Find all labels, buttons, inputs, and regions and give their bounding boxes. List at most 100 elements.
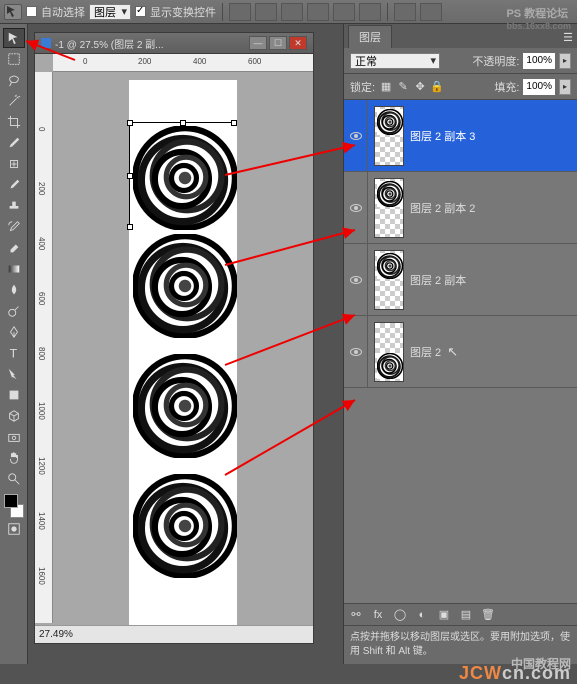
camera-tool[interactable] [3,427,25,447]
layer-row-2[interactable]: 图层 2 副本 [344,244,577,316]
pen-tool[interactable] [3,322,25,342]
heal-tool[interactable] [3,154,25,174]
layer-thumbnail[interactable] [374,178,404,238]
layer-name[interactable]: 图层 2 副本 [410,272,466,288]
adjustment-icon[interactable]: ◐ [414,608,430,622]
zoom-level[interactable]: 27.49% [39,629,73,640]
lock-pixels-icon[interactable]: ✎ [396,80,410,94]
blur-tool[interactable] [3,280,25,300]
opacity-input[interactable]: 100% [523,53,555,69]
brush-tool[interactable] [3,175,25,195]
layer-thumbnail[interactable] [374,250,404,310]
opacity-stepper[interactable]: ▸ [559,53,571,69]
visibility-eye-icon[interactable] [350,204,362,212]
opacity-label: 不透明度: [472,53,519,69]
align-btn-5[interactable] [333,3,355,21]
layers-panel: 图层 ☰ 正常 不透明度: 100% ▸ 锁定: ▦ ✎ ✥ 🔒 填充: 100… [343,24,577,664]
move-tool[interactable] [3,28,25,48]
document-titlebar[interactable]: -1 @ 27.5% (图层 2 副... — ☐ ✕ [34,32,314,54]
zoom-tool[interactable] [3,469,25,489]
ruler-horizontal[interactable]: 0 200 400 600 [53,54,313,72]
align-btn-6[interactable] [359,3,381,21]
layer-thumbnail[interactable] [374,322,404,382]
link-layers-icon[interactable]: ⚯ [348,608,364,622]
fx-icon[interactable]: fx [370,608,386,622]
panel-footer-icons: ⚯ fx ◯ ◐ ▣ ▤ 🗑 [344,603,577,625]
eyedropper-tool[interactable] [3,133,25,153]
watermark-jcw: JCWcn.com [459,663,571,684]
dodge-tool[interactable] [3,301,25,321]
move-tool-indicator [4,4,22,20]
hand-tool[interactable] [3,448,25,468]
crop-tool[interactable] [3,112,25,132]
align-btn-2[interactable] [255,3,277,21]
svg-text:T: T [9,346,17,360]
close-button[interactable]: ✕ [289,36,307,50]
lock-transparent-icon[interactable]: ▦ [379,80,393,94]
layer-name[interactable]: 图层 2 [410,344,441,360]
new-layer-icon[interactable]: ▤ [458,608,474,622]
lasso-tool[interactable] [3,70,25,90]
swirl-layer-4 [133,474,237,578]
lock-all-icon[interactable]: 🔒 [430,80,444,94]
artboard [129,80,237,640]
document-title: -1 @ 27.5% (图层 2 副... [55,36,164,51]
history-brush-tool[interactable] [3,217,25,237]
fill-input[interactable]: 100% [523,79,555,95]
layers-tab[interactable]: 图层 [348,25,392,48]
type-tool[interactable]: T [3,343,25,363]
fill-stepper[interactable]: ▸ [559,79,571,95]
eraser-tool[interactable] [3,238,25,258]
visibility-eye-icon[interactable] [350,348,362,356]
mask-icon[interactable]: ◯ [392,608,408,622]
stamp-tool[interactable] [3,196,25,216]
minimize-button[interactable]: — [249,36,267,50]
document-window: -1 @ 27.5% (图层 2 副... — ☐ ✕ 0 200 400 60… [34,32,343,664]
visibility-eye-icon[interactable] [350,276,362,284]
layer-name[interactable]: 图层 2 副本 2 [410,200,475,216]
gradient-tool[interactable] [3,259,25,279]
lock-label: 锁定: [350,79,375,95]
show-transform-label: 显示变换控件 [150,4,216,20]
cursor-icon: ↖ [447,344,458,360]
auto-select-label: 自动选择 [41,4,85,20]
fill-label: 填充: [494,79,519,95]
toolbox: T [0,24,28,664]
watermark-top: PS 教程论坛 bbs.16xx8.com [506,5,571,31]
status-bar: 27.49% [35,625,313,643]
trash-icon[interactable]: 🗑 [480,608,496,622]
maximize-button[interactable]: ☐ [269,36,287,50]
options-bar: 自动选择 图层 显示变换控件 [0,0,577,24]
swirl-layer-2 [133,234,237,338]
auto-select-checkbox[interactable] [26,6,37,17]
document-body: 0 200 400 600 0 200 400 600 800 1000 120… [34,54,314,644]
marquee-tool[interactable] [3,49,25,69]
layer-thumbnail[interactable] [374,106,404,166]
group-icon[interactable]: ▣ [436,608,452,622]
auto-select-target[interactable]: 图层 [89,4,131,20]
layer-name[interactable]: 图层 2 副本 3 [410,128,475,144]
layer-row-3[interactable]: 图层 2 ↖ [344,316,577,388]
visibility-eye-icon[interactable] [350,132,362,140]
layer-row-1[interactable]: 图层 2 副本 2 [344,172,577,244]
blend-mode-select[interactable]: 正常 [350,53,440,69]
quickmask-toggle[interactable] [3,519,25,539]
swirl-layer-3 [133,354,237,458]
swirl-layer-1 [133,126,237,230]
align-btn-1[interactable] [229,3,251,21]
ruler-vertical[interactable]: 0 200 400 600 800 1000 1200 1400 1600 [35,72,53,623]
shape-tool[interactable] [3,385,25,405]
layer-row-0[interactable]: 图层 2 副本 3 [344,100,577,172]
show-transform-checkbox[interactable] [135,6,146,17]
lock-position-icon[interactable]: ✥ [413,80,427,94]
ps-icon [41,38,51,48]
distribute-btn-2[interactable] [420,3,442,21]
3d-tool[interactable] [3,406,25,426]
path-tool[interactable] [3,364,25,384]
align-btn-4[interactable] [307,3,329,21]
distribute-btn-1[interactable] [394,3,416,21]
color-swatches[interactable] [2,494,26,518]
align-btn-3[interactable] [281,3,303,21]
canvas-area[interactable] [53,72,313,623]
wand-tool[interactable] [3,91,25,111]
